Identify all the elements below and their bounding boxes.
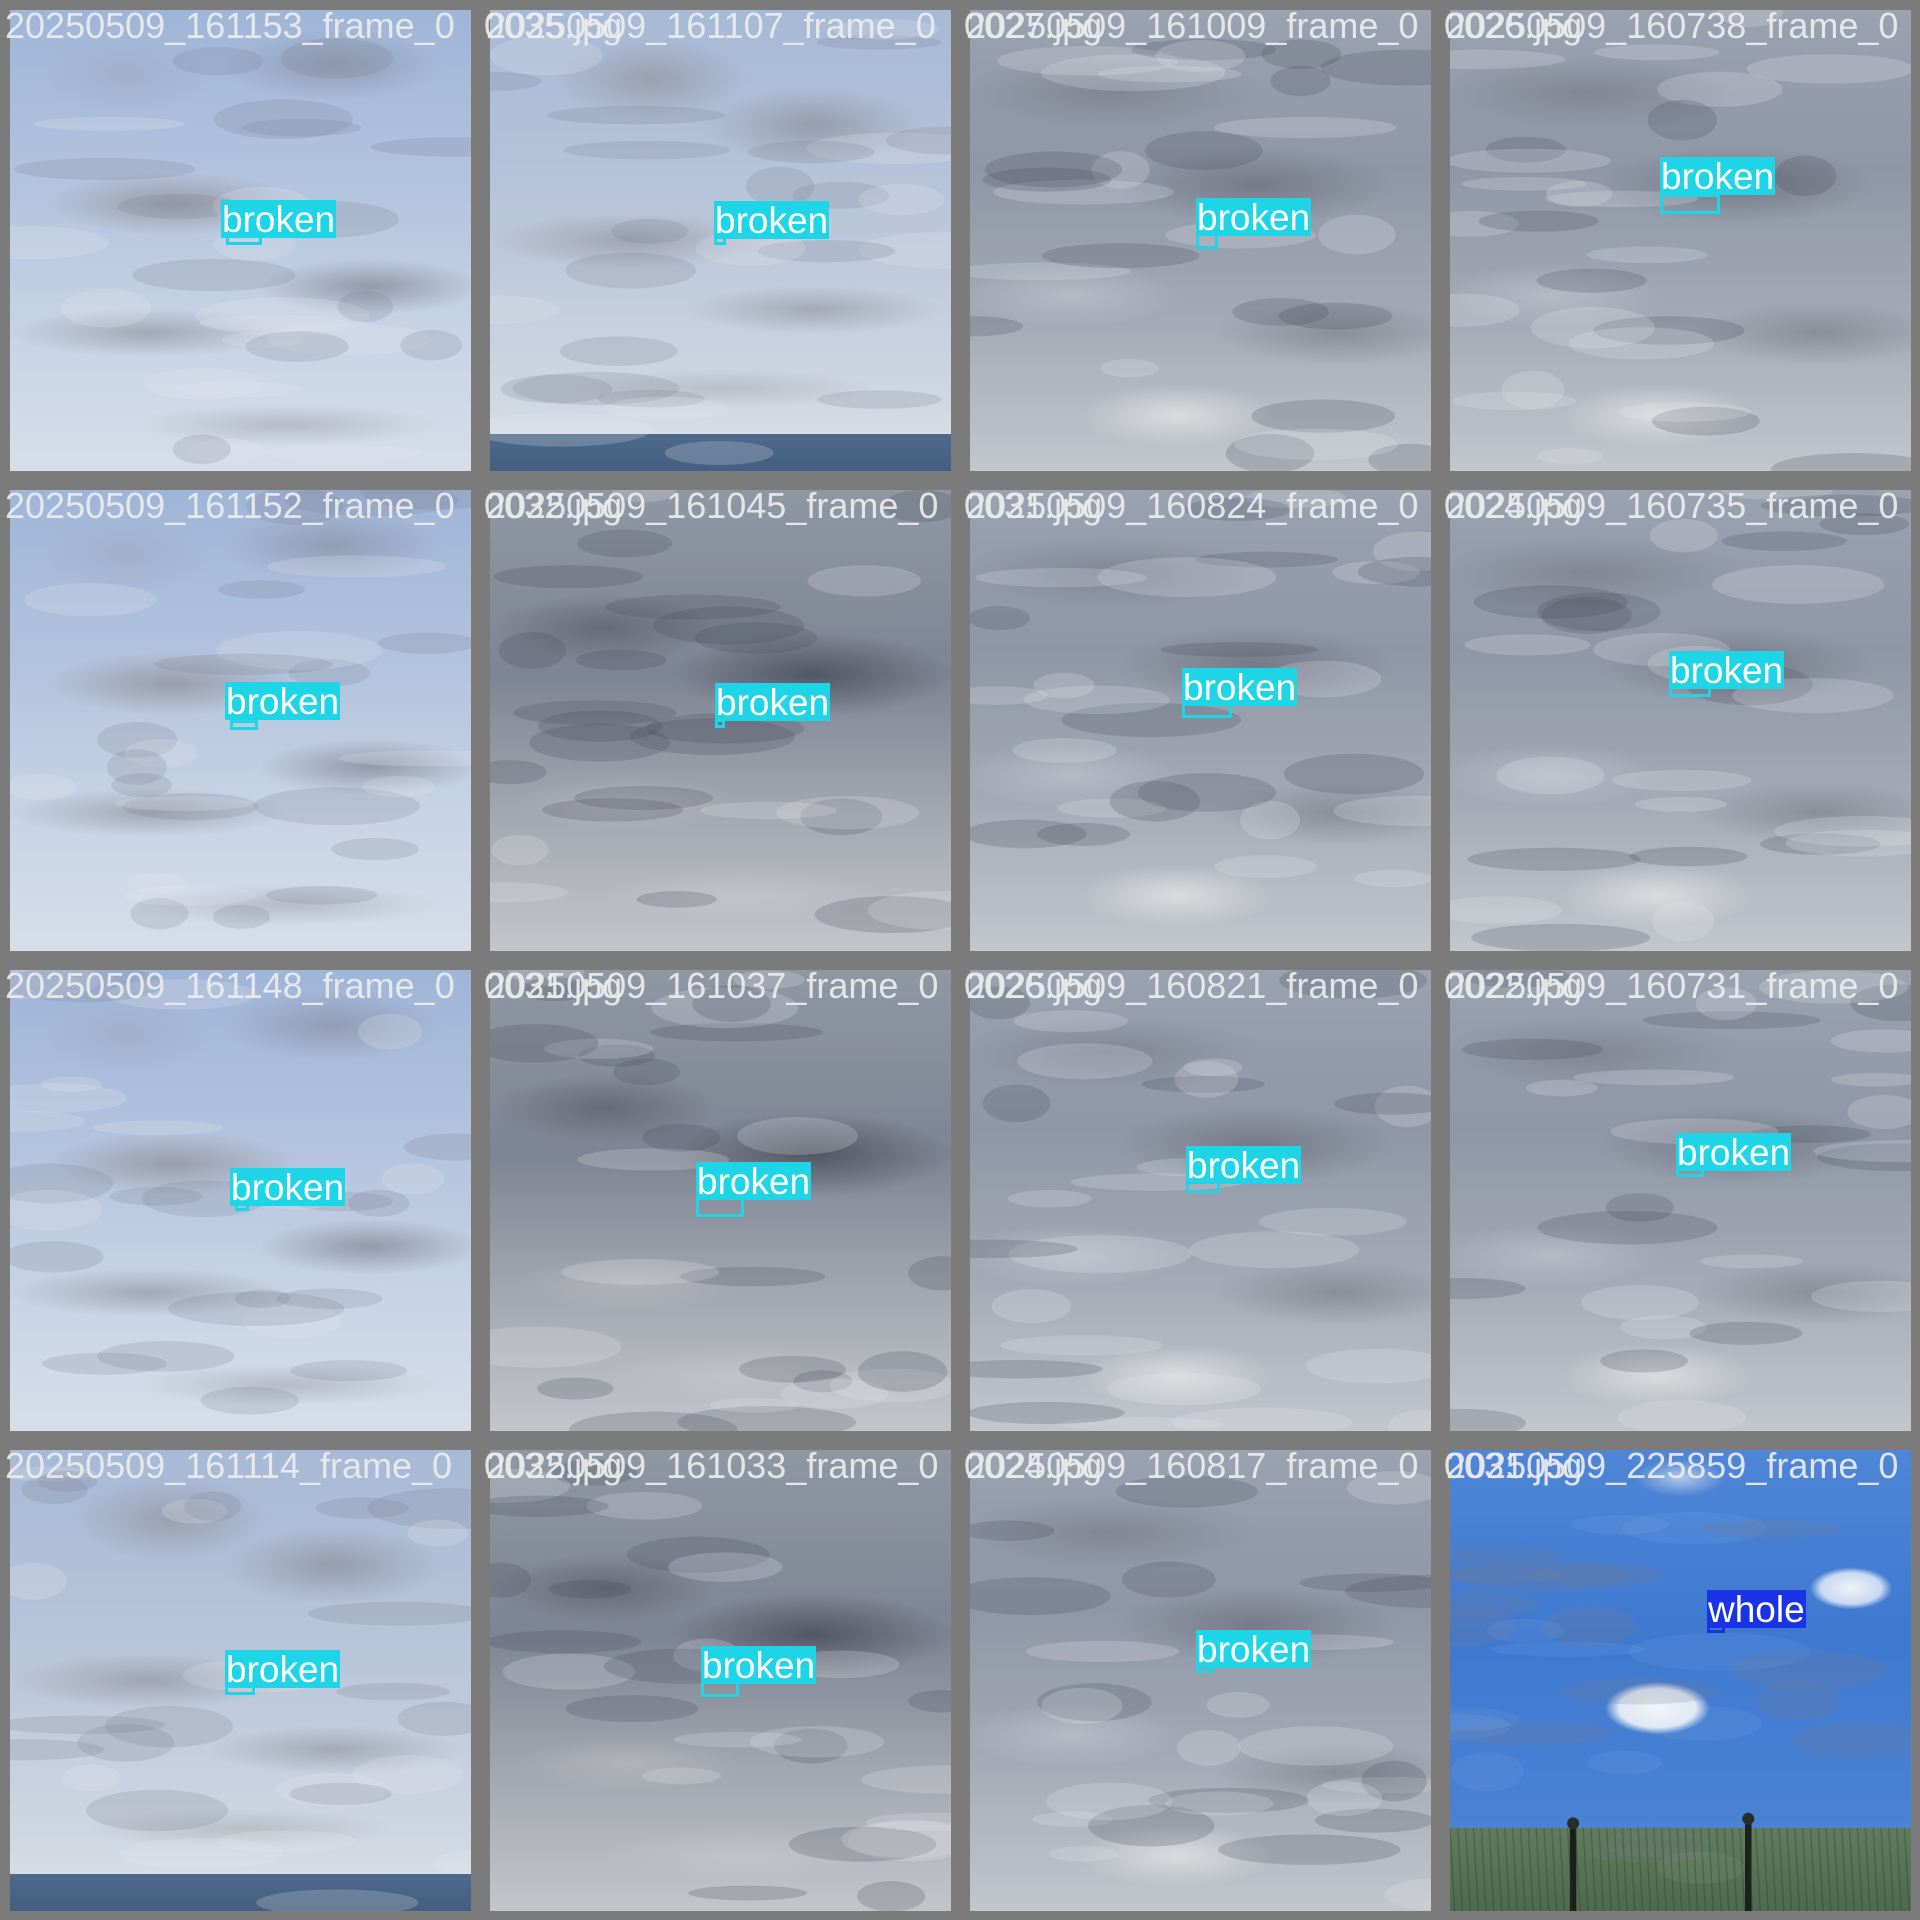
image-tile: broken [0, 480, 480, 960]
sky-photo [1450, 10, 1911, 471]
image-tile: broken [960, 0, 1440, 480]
detection-label: broken [225, 1649, 341, 1690]
image-tile: broken [0, 0, 480, 480]
image-tile: whole [1440, 1440, 1920, 1920]
detection-label: broken [1182, 667, 1298, 708]
image-tile: broken [0, 960, 480, 1440]
sky-photo [970, 490, 1431, 951]
detection-label: broken [701, 1645, 817, 1686]
image-tile: broken [0, 1440, 480, 1920]
detection-label: broken [221, 199, 337, 240]
image-tile: broken [960, 1440, 1440, 1920]
image-tile: broken [960, 960, 1440, 1440]
sky-photo [970, 1450, 1431, 1911]
image-tile: broken [480, 0, 960, 480]
image-tile: broken [480, 960, 960, 1440]
detection-label: broken [1196, 197, 1312, 238]
detection-label: broken [225, 681, 341, 722]
detection-label: whole [1707, 1589, 1806, 1630]
detection-label: broken [714, 200, 830, 241]
sky-photo [1450, 1450, 1911, 1911]
detection-label: broken [1676, 1132, 1792, 1173]
image-mosaic: broken broken broken broken broken broke… [0, 0, 1920, 1920]
detection-box [1660, 194, 1720, 214]
image-tile: broken [1440, 960, 1920, 1440]
sky-photo [1450, 970, 1911, 1431]
image-tile: broken [960, 480, 1440, 960]
image-tile: broken [480, 480, 960, 960]
detection-label: broken [1186, 1145, 1302, 1186]
detection-label: broken [715, 682, 831, 723]
detection-label: broken [1660, 156, 1776, 197]
detection-label: broken [1196, 1629, 1312, 1670]
detection-label: broken [1669, 650, 1785, 691]
image-tile: broken [480, 1440, 960, 1920]
detection-label: broken [696, 1161, 812, 1202]
image-tile: broken [1440, 0, 1920, 480]
image-tile: broken [1440, 480, 1920, 960]
sky-photo [1450, 490, 1911, 951]
detection-label: broken [230, 1167, 346, 1208]
sky-photo [970, 970, 1431, 1431]
